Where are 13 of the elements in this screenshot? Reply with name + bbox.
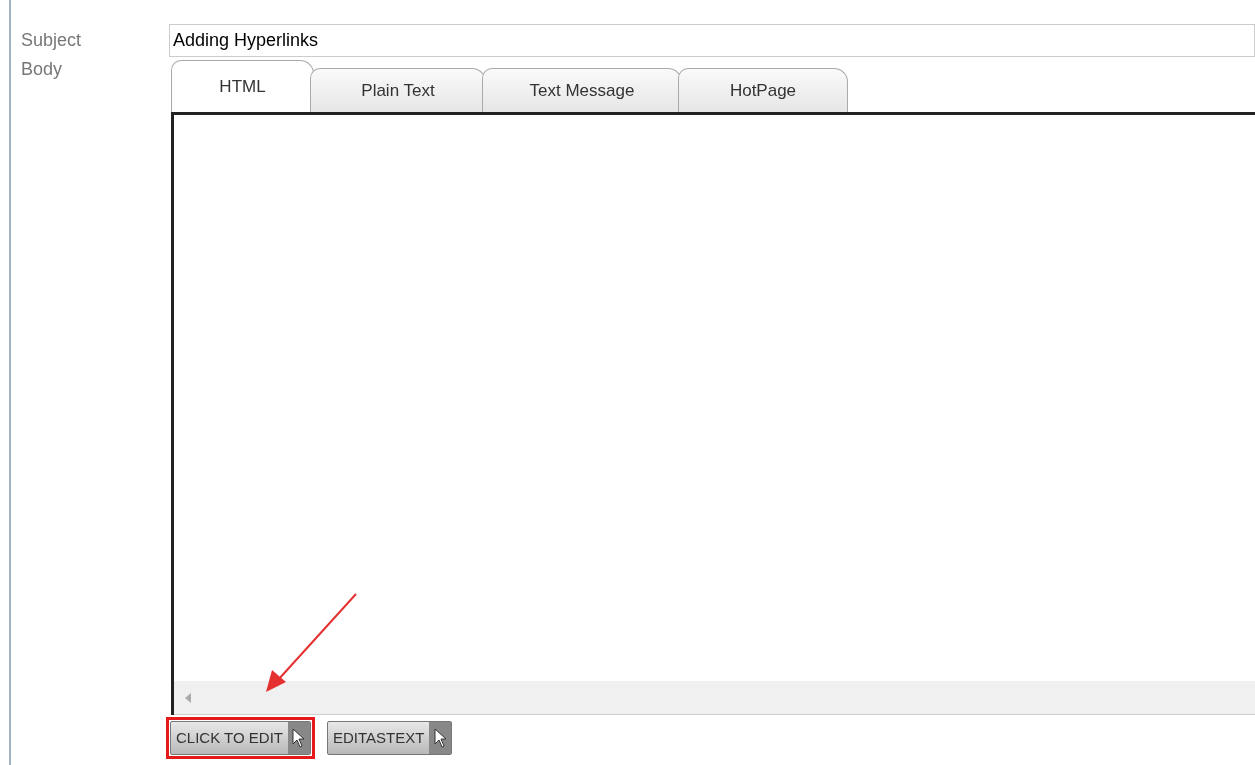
field-label: Subject: [21, 29, 83, 52]
scroll-left-icon[interactable]: [184, 691, 192, 704]
field-label: Body: [21, 58, 64, 81]
editor-area[interactable]: [171, 112, 1255, 715]
subject-field[interactable]: Adding Hyperlinks: [169, 24, 1255, 57]
tab[interactable]: HotPage: [678, 68, 848, 112]
tab[interactable]: HTML: [171, 60, 314, 112]
edit-button[interactable]: EDITASTEXT: [327, 721, 453, 755]
subject-value: Adding Hyperlinks: [173, 29, 319, 52]
cursor-icon: [292, 728, 306, 748]
horizontal-scrollbar[interactable]: [174, 681, 1255, 715]
cursor-icon: [433, 728, 447, 748]
edit-button[interactable]: CLICK TO EDIT: [170, 721, 311, 755]
